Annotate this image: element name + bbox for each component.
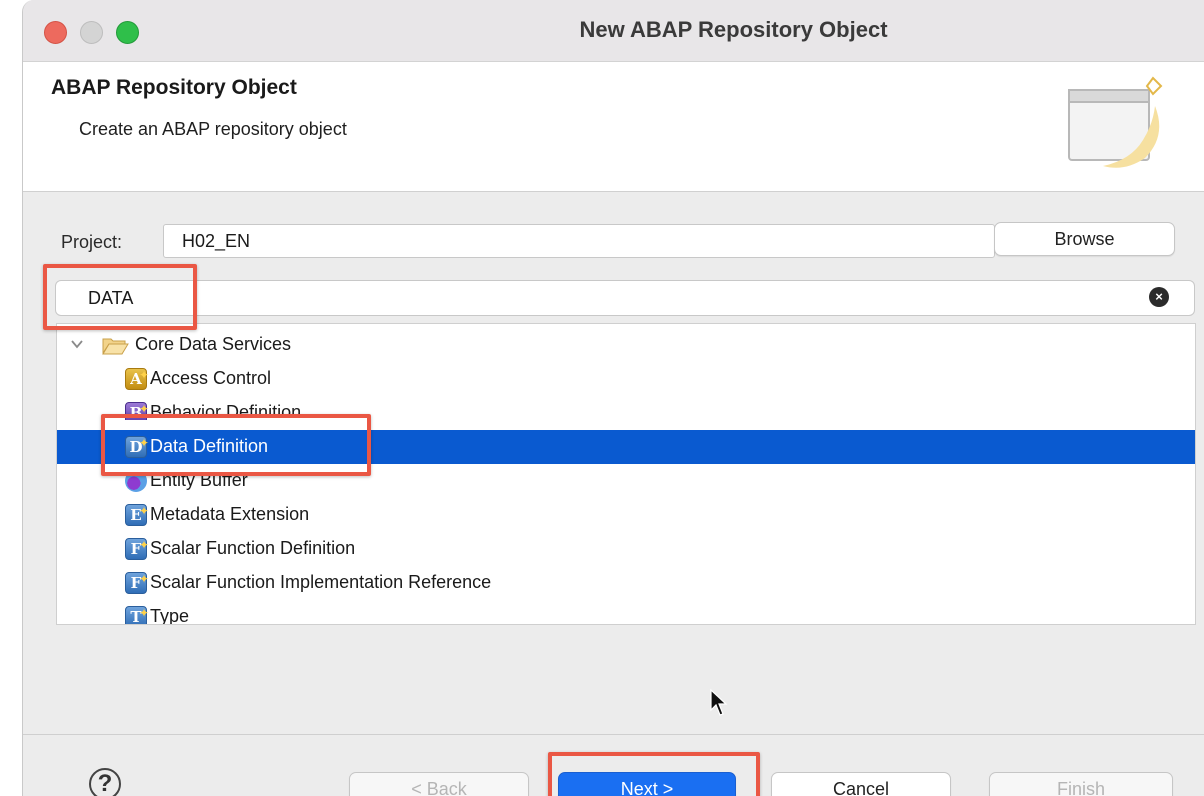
dialog-window: New ABAP Repository Object ABAP Reposito… xyxy=(22,0,1204,796)
browse-button[interactable]: Browse xyxy=(994,222,1175,256)
filter-input[interactable]: DATA xyxy=(55,280,1195,316)
finish-button[interactable]: Finish xyxy=(989,772,1173,796)
chevron-down-icon[interactable] xyxy=(69,336,85,352)
title-bar: New ABAP Repository Object xyxy=(23,0,1204,62)
project-label: Project: xyxy=(61,232,123,252)
back-button[interactable]: < Back xyxy=(349,772,529,796)
scalar-function-definition-icon: F ✦ xyxy=(125,538,149,560)
help-icon[interactable]: ? xyxy=(89,768,121,796)
tree-item-label: Scalar Function Definition xyxy=(150,538,356,558)
tree-item-label: Metadata Extension xyxy=(150,504,310,524)
next-button-highlight-box xyxy=(548,752,760,796)
tree-item-scalar-function-implementation-reference[interactable]: F ✦ Scalar Function Implementation Refere… xyxy=(57,566,1195,600)
tree-item-label: Access Control xyxy=(150,368,272,388)
wizard-header: ABAP Repository Object Create an ABAP re… xyxy=(23,62,1204,192)
tree-item-metadata-extension[interactable]: E ✦ Metadata Extension xyxy=(57,498,1195,532)
window-title: New ABAP Repository Object xyxy=(579,17,888,42)
mouse-pointer-icon xyxy=(710,688,728,716)
tree-item-access-control[interactable]: A ✦ Access Control xyxy=(57,362,1195,396)
project-field[interactable]: H02_EN xyxy=(163,224,995,258)
type-icon: T ✦ xyxy=(125,606,149,624)
cancel-button[interactable]: Cancel xyxy=(771,772,951,796)
tree-folder-label: Core Data Services xyxy=(135,334,292,354)
access-control-icon: A ✦ xyxy=(125,368,149,390)
folder-open-icon xyxy=(102,338,129,355)
wizard-banner-icon xyxy=(1068,76,1163,168)
filter-highlight-box xyxy=(43,264,197,330)
tree-item-scalar-function-definition[interactable]: F ✦ Scalar Function Definition xyxy=(57,532,1195,566)
metadata-extension-icon: E ✦ xyxy=(125,504,149,526)
page-description: Create an ABAP repository object xyxy=(79,119,347,139)
tree-item-type[interactable]: T ✦ Type xyxy=(57,600,1195,625)
page-title: ABAP Repository Object xyxy=(51,76,297,99)
tree-item-label: Type xyxy=(150,606,190,625)
scalar-function-impl-icon: F ✦ xyxy=(125,572,149,594)
clear-filter-icon[interactable]: × xyxy=(1149,287,1169,307)
data-definition-highlight-box xyxy=(101,414,371,476)
tree-item-label: Scalar Function Implementation Reference xyxy=(150,572,492,592)
tree-folder-core-data-services[interactable]: Core Data Services xyxy=(57,328,1195,362)
